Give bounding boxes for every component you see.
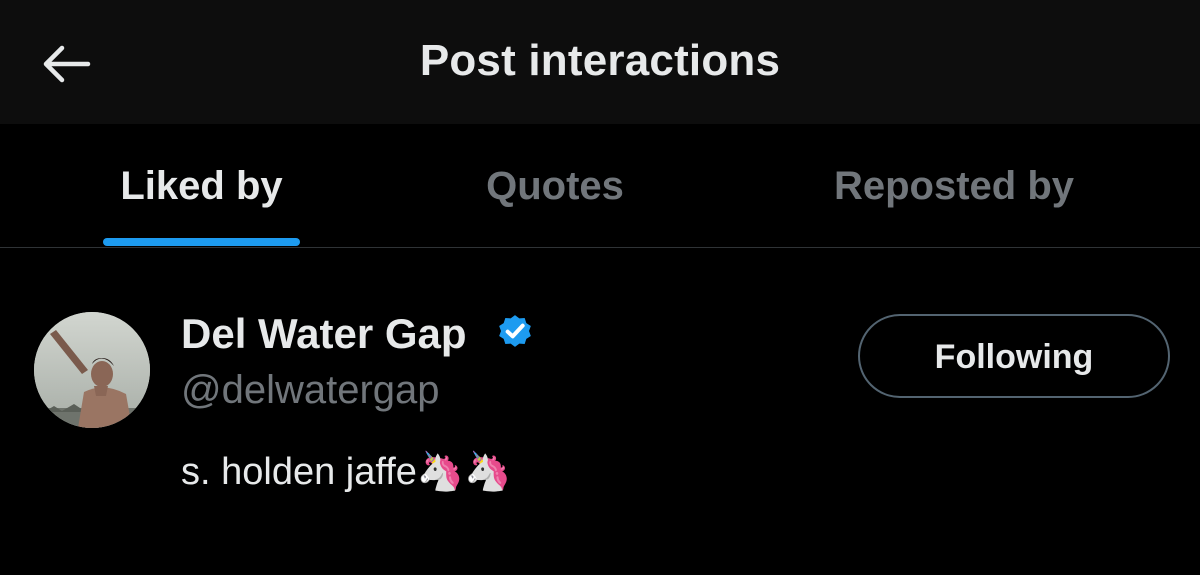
tab-bar: Liked by Quotes Reposted by — [0, 124, 1200, 248]
following-button[interactable]: Following — [858, 314, 1170, 398]
tab-liked-by[interactable]: Liked by — [60, 124, 343, 247]
tab-label: Quotes — [486, 164, 624, 208]
avatar[interactable] — [34, 312, 150, 428]
page-title: Post interactions — [419, 36, 781, 85]
tab-reposted-by[interactable]: Reposted by — [800, 124, 1108, 247]
user-list-item[interactable]: Del Water Gap @delwatergap s. holden jaf… — [0, 248, 1200, 528]
user-handle[interactable]: @delwatergap — [181, 368, 440, 413]
tab-quotes[interactable]: Quotes — [430, 124, 680, 247]
active-tab-indicator — [103, 238, 300, 246]
verified-badge-icon — [499, 315, 531, 347]
tab-label: Liked by — [120, 164, 283, 208]
user-bio: s. holden jaffe🦄🦄 — [181, 451, 512, 493]
top-bar: Post interactions — [0, 0, 1200, 124]
tab-label: Reposted by — [833, 164, 1075, 208]
user-display-name[interactable]: Del Water Gap — [181, 310, 467, 358]
